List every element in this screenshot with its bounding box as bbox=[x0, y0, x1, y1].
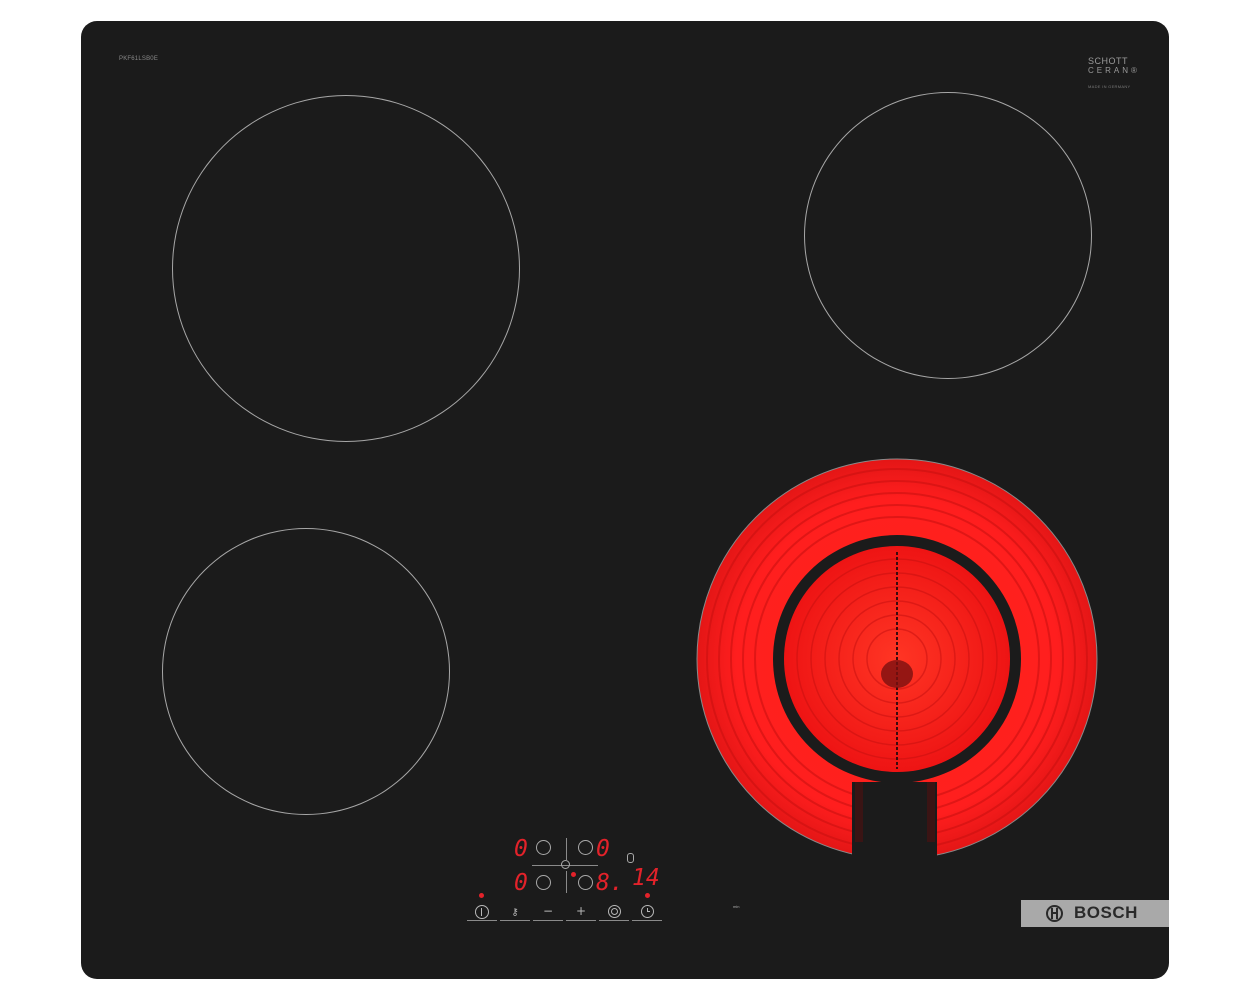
power-button[interactable] bbox=[467, 903, 497, 921]
zone-back-left-display: 0 bbox=[514, 836, 528, 862]
child-lock-button[interactable]: ⚷ bbox=[500, 903, 530, 921]
cooktop-glass: PKF61LSB0E SCHOTT CERAN® MADE IN GERMANY bbox=[81, 21, 1169, 979]
model-label: PKF61LSB0E bbox=[119, 56, 159, 62]
dual-zone-indicator bbox=[627, 853, 634, 863]
timer-button[interactable] bbox=[632, 903, 662, 921]
clock-icon bbox=[640, 905, 654, 918]
zone-front-right-select[interactable] bbox=[578, 875, 593, 890]
power-icon bbox=[475, 905, 489, 919]
dual-zone-button[interactable] bbox=[599, 903, 629, 921]
zone-back-right-select[interactable] bbox=[578, 840, 593, 855]
schott-logo-line2: CERAN® bbox=[1088, 66, 1140, 75]
cooking-zone-front-left bbox=[162, 528, 450, 815]
cooking-zone-back-left bbox=[172, 95, 520, 442]
key-lock-icon: ⚷ bbox=[511, 907, 519, 918]
plus-label: + bbox=[575, 904, 587, 918]
cooking-zone-back-right bbox=[804, 92, 1092, 379]
bosch-armature-icon bbox=[1046, 905, 1063, 922]
brand-name: BOSCH bbox=[1074, 903, 1138, 922]
zone-back-right-display: 0 bbox=[596, 836, 610, 862]
zone-front-right-display: 8. bbox=[596, 870, 624, 896]
dual-zone-icon bbox=[607, 905, 621, 918]
timer-unit-label: min bbox=[733, 904, 740, 909]
zone-front-left-display: 0 bbox=[514, 870, 528, 896]
schott-ceran-logo: SCHOTT CERAN® MADE IN GERMANY bbox=[1088, 57, 1148, 91]
zone-front-left-select[interactable] bbox=[536, 875, 551, 890]
schott-logo-line3: MADE IN GERMANY bbox=[1088, 84, 1131, 89]
minus-button[interactable]: − bbox=[533, 903, 563, 921]
timer-active-dot bbox=[645, 893, 650, 898]
plus-button[interactable]: + bbox=[566, 903, 596, 921]
bosch-brand-plate: BOSCH bbox=[1021, 900, 1169, 927]
timer-zone-indicator bbox=[561, 860, 570, 869]
display-divider-upper bbox=[566, 838, 567, 860]
zone-back-left-select[interactable] bbox=[536, 840, 551, 855]
power-indicator-dot bbox=[479, 893, 484, 898]
schott-logo-line1: SCHOTT bbox=[1088, 56, 1128, 66]
minus-label: − bbox=[542, 904, 554, 918]
display-divider-lower bbox=[566, 871, 567, 893]
timer-display: 14 bbox=[632, 865, 660, 891]
zone-front-right-active-dot bbox=[571, 872, 576, 877]
cooking-zone-front-right-heated bbox=[696, 458, 1098, 861]
